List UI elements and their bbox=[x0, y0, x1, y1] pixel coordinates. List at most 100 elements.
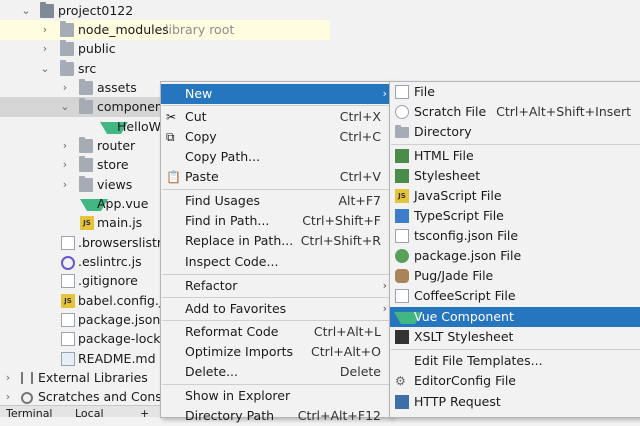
chevron-right-icon[interactable]: › bbox=[3, 368, 13, 388]
menu-item-label: XSLT Stylesheet bbox=[414, 329, 514, 344]
json-file-icon bbox=[395, 229, 409, 243]
tree-item-label: package-lock.j bbox=[78, 331, 168, 346]
menu-item-refactor[interactable]: Refactor › bbox=[161, 276, 391, 296]
menu-item-label: Find Usages bbox=[185, 193, 261, 208]
menu-item-html-file[interactable]: HTML File bbox=[390, 146, 640, 166]
menu-item-copy[interactable]: ⧉ Copy Ctrl+C bbox=[161, 127, 391, 147]
folder-icon bbox=[40, 2, 54, 18]
menu-item-label: EditorConfig File bbox=[414, 373, 516, 388]
menu-shortcut: Alt+F7 bbox=[338, 193, 381, 208]
submenu-arrow-icon: › bbox=[382, 87, 387, 100]
chevron-right-icon[interactable]: › bbox=[40, 20, 50, 40]
menu-item-directory[interactable]: Directory bbox=[390, 122, 640, 142]
chevron-down-icon[interactable]: ⌄ bbox=[40, 59, 50, 79]
menu-item-label: JavaScript File bbox=[414, 188, 502, 203]
tree-item-label: .gitignore bbox=[78, 273, 138, 288]
javascript-file-icon: JS bbox=[61, 294, 75, 308]
separator bbox=[391, 144, 640, 145]
menu-item-label: File bbox=[414, 84, 435, 99]
tree-item-label: External Libraries bbox=[38, 370, 148, 385]
menu-item-xslt-stylesheet[interactable]: XSLT Stylesheet bbox=[390, 327, 640, 347]
folder-icon bbox=[79, 79, 93, 95]
tree-item-label: views bbox=[97, 177, 133, 192]
folder-icon bbox=[60, 21, 74, 37]
menu-item-coffeescript-file[interactable]: CoffeeScript File bbox=[390, 286, 640, 306]
menu-item-label: tsconfig.json File bbox=[414, 228, 519, 243]
file-icon bbox=[395, 85, 409, 99]
chevron-down-icon[interactable]: ⌄ bbox=[60, 97, 70, 117]
menu-shortcut: Ctrl+Alt+L bbox=[313, 324, 381, 339]
json-file-icon bbox=[61, 332, 75, 346]
context-menu: New › ✂ Cut Ctrl+X ⧉ Copy Ctrl+C Copy Pa… bbox=[160, 81, 392, 423]
menu-item-cut[interactable]: ✂ Cut Ctrl+X bbox=[161, 107, 391, 127]
chevron-right-icon[interactable]: › bbox=[60, 175, 70, 195]
chevron-right-icon[interactable]: › bbox=[3, 387, 13, 407]
pug-file-icon bbox=[395, 269, 409, 283]
folder-icon bbox=[79, 98, 93, 114]
menu-item-stylesheet[interactable]: Stylesheet bbox=[390, 166, 640, 186]
submenu-arrow-icon: › bbox=[382, 279, 387, 292]
tree-item-label: babel.config.js bbox=[78, 293, 169, 308]
menu-item-find-in-path[interactable]: Find in Path... Ctrl+Shift+F bbox=[161, 211, 391, 231]
chevron-down-icon[interactable]: ⌄ bbox=[21, 1, 31, 21]
tree-item-node-modules[interactable]: › node_modules library root bbox=[0, 20, 330, 40]
library-root-hint: library root bbox=[165, 22, 235, 37]
separator bbox=[391, 349, 640, 350]
menu-item-new[interactable]: New › bbox=[161, 84, 391, 104]
menu-item-label: Cut bbox=[185, 109, 207, 124]
menu-item-tsconfig-file[interactable]: tsconfig.json File bbox=[390, 226, 640, 246]
tree-item-label: src bbox=[78, 61, 97, 76]
menu-item-reformat-code[interactable]: Reformat Code Ctrl+Alt+L bbox=[161, 322, 391, 342]
menu-shortcut: Ctrl+Shift+R bbox=[300, 233, 381, 248]
menu-item-label: Pug/Jade File bbox=[414, 268, 494, 283]
menu-item-label: Show in Explorer bbox=[185, 388, 291, 403]
chevron-right-icon[interactable]: › bbox=[40, 39, 50, 59]
menu-item-label: Find in Path... bbox=[185, 213, 270, 228]
menu-item-add-to-favorites[interactable]: Add to Favorites › bbox=[161, 299, 391, 319]
separator bbox=[162, 274, 390, 275]
menu-item-vue-component[interactable]: Vue Component bbox=[390, 307, 640, 327]
menu-item-package-json-file[interactable]: package.json File bbox=[390, 246, 640, 266]
menu-item-label: Delete... bbox=[185, 364, 238, 379]
menu-item-typescript-file[interactable]: TypeScript File bbox=[390, 206, 640, 226]
scratch-file-icon bbox=[395, 105, 409, 119]
menu-item-paste[interactable]: 📋 Paste Ctrl+V bbox=[161, 167, 391, 187]
menu-item-pug-file[interactable]: Pug/Jade File bbox=[390, 266, 640, 286]
separator bbox=[162, 105, 390, 106]
menu-item-javascript-file[interactable]: JS JavaScript File bbox=[390, 186, 640, 206]
menu-item-replace-in-path[interactable]: Replace in Path... Ctrl+Shift+R bbox=[161, 231, 391, 251]
menu-item-scratch-file[interactable]: Scratch File Ctrl+Alt+Shift+Insert bbox=[390, 102, 640, 122]
menu-item-editorconfig-file[interactable]: ⚙ EditorConfig File bbox=[390, 371, 640, 391]
separator bbox=[162, 189, 390, 190]
menu-item-label: TypeScript File bbox=[414, 208, 504, 223]
menu-shortcut: Ctrl+X bbox=[339, 109, 381, 124]
folder-icon bbox=[395, 125, 409, 138]
menu-shortcut: Ctrl+C bbox=[339, 129, 381, 144]
menu-item-find-usages[interactable]: Find Usages Alt+F7 bbox=[161, 191, 391, 211]
menu-item-edit-file-templates[interactable]: Edit File Templates... bbox=[390, 351, 640, 371]
chevron-right-icon[interactable]: › bbox=[60, 78, 70, 98]
tree-item-label: component bbox=[97, 99, 168, 114]
menu-item-show-in-explorer[interactable]: Show in Explorer bbox=[161, 386, 391, 406]
menu-item-http-request[interactable]: HTTP Request bbox=[390, 392, 640, 412]
chevron-right-icon[interactable]: › bbox=[60, 155, 70, 175]
menu-item-copy-path[interactable]: Copy Path... bbox=[161, 147, 391, 167]
scratches-icon bbox=[21, 392, 33, 404]
menu-item-label: Copy bbox=[185, 129, 217, 144]
npm-file-icon bbox=[395, 249, 409, 263]
tree-item-label: assets bbox=[97, 80, 137, 95]
menu-item-directory-path[interactable]: Directory Path Ctrl+Alt+F12 bbox=[161, 406, 391, 426]
separator bbox=[162, 320, 390, 321]
tree-item-public[interactable]: › public bbox=[0, 39, 330, 59]
tree-item-src[interactable]: ⌄ src bbox=[0, 59, 330, 79]
menu-item-optimize-imports[interactable]: Optimize Imports Ctrl+Alt+O bbox=[161, 342, 391, 362]
eslint-icon bbox=[61, 256, 75, 270]
javascript-file-icon: JS bbox=[395, 189, 409, 203]
tree-item-project0122[interactable]: ⌄ project0122 bbox=[0, 1, 330, 21]
menu-item-delete[interactable]: Delete... Delete bbox=[161, 362, 391, 382]
chevron-right-icon[interactable]: › bbox=[60, 136, 70, 156]
menu-item-label: HTML File bbox=[414, 148, 474, 163]
menu-item-inspect-code[interactable]: Inspect Code... bbox=[161, 252, 391, 272]
menu-item-label: Scratch File bbox=[414, 104, 487, 119]
menu-item-file[interactable]: File bbox=[390, 82, 640, 102]
